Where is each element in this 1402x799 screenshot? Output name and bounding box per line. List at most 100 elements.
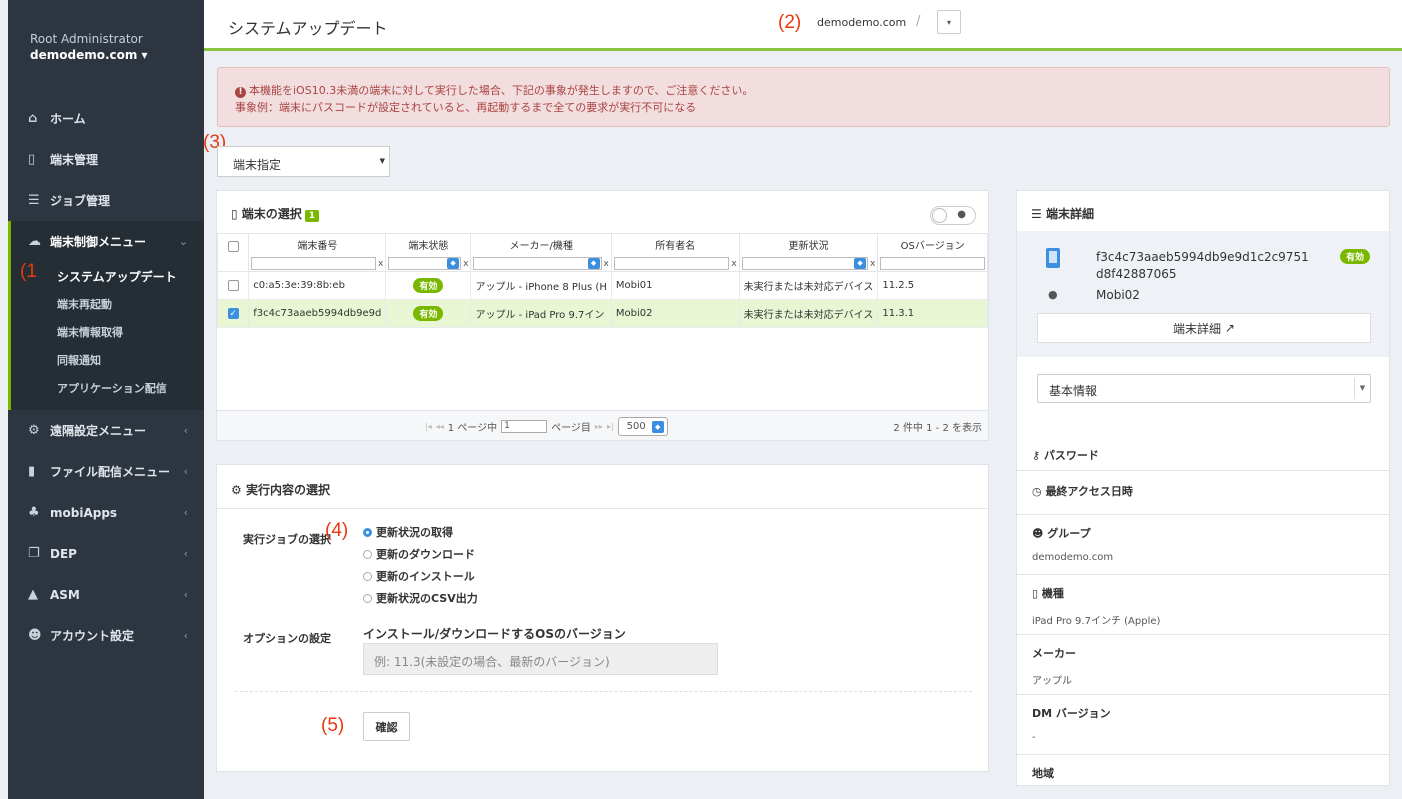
prop-maker: メーカー アップル <box>1017 635 1389 695</box>
panel-header: ▯ 端末の選択 1 <box>217 191 988 231</box>
sidebar-item-remote-settings[interactable]: ⚙ 遠隔設定メニュー ‹ <box>8 410 204 451</box>
device-icon: ▯ <box>231 207 242 221</box>
sidebar-item-devices[interactable]: ▯ 端末管理 <box>8 139 204 180</box>
prop-password: ⚷ パスワード <box>1017 437 1389 471</box>
owner-toggle[interactable]: ● <box>930 206 976 225</box>
table-row[interactable]: ✓ f3c4c73aaeb5994db9e9d 有効 アップル - iPad P… <box>216 299 988 328</box>
row-checkbox[interactable] <box>227 279 239 291</box>
select-arrows-icon: ◆ <box>854 258 867 269</box>
clear-filter[interactable]: x <box>463 259 468 269</box>
cell-update-status: 未実行または未対応デバイス <box>738 271 879 300</box>
file-icon: ▮ <box>28 464 36 479</box>
chevron-down-icon: ▼ <box>1354 378 1370 399</box>
sidebar-open-group: ☁ 端末制御メニュー ⌄ システムアップデート 端末再起動 端末情報取得 同報通… <box>8 221 204 410</box>
job-radio-install[interactable]: 更新のインストール <box>363 568 475 584</box>
first-page-icon[interactable]: |◂ <box>425 422 432 431</box>
device-select-panel: ▯ 端末の選択 1 ● 端末番号 x 端末状態 ◆ x メーカー/機種 ◆ x 所有者… <box>216 190 989 441</box>
users-icon: ☻ <box>28 628 42 643</box>
sidebar-item-label: DEP <box>50 546 77 561</box>
breadcrumb-domain[interactable]: demodemo.com <box>817 16 906 29</box>
domain-switcher[interactable]: demodemo.com ▾ <box>30 48 204 62</box>
subitem-broadcast[interactable]: 同報通知 <box>11 346 204 374</box>
sidebar-submenu: システムアップデート 端末再起動 端末情報取得 同報通知 アプリケーション配信 <box>11 262 204 410</box>
confirm-button[interactable]: 確認 <box>363 712 410 741</box>
table-pager: |◂ ◂◂ 1 ページ中 1 ページ目 ▸▸ ▸| 500 ◆ 2 件中 1 - … <box>217 410 988 440</box>
last-page-icon[interactable]: ▸| <box>607 422 614 431</box>
sidebar-item-account[interactable]: ☻ アカウント設定 ‹ <box>8 615 204 656</box>
sidebar-item-file-distribution[interactable]: ▮ ファイル配信メニュー ‹ <box>8 451 204 492</box>
os-version-input[interactable]: 例: 11.3(未設定の場合、最新のバージョン) <box>363 643 718 675</box>
info-category-select[interactable]: 基本情報 ▼ <box>1037 374 1371 403</box>
page-size-select[interactable]: 500 ◆ <box>617 417 668 436</box>
sidebar-item-device-control[interactable]: ☁ 端末制御メニュー ⌄ <box>11 221 204 262</box>
option-title: インストール/ダウンロードするOSのバージョン <box>363 627 626 641</box>
col-update-status: 更新状況 ◆ x <box>738 233 879 272</box>
breadcrumb-dropdown-button[interactable]: ▾ <box>937 10 961 34</box>
status-badge: 有効 <box>1340 249 1371 264</box>
external-link-icon: ↗ <box>1221 321 1235 335</box>
alert-line-1: ! 本機能をiOS10.3未満の端末に対して実行した場合、下記の事象が発生しますの… <box>235 82 1389 99</box>
device-owner: Mobi02 <box>1096 288 1140 302</box>
job-icon: ☰ <box>28 193 40 208</box>
clear-filter[interactable]: x <box>378 259 383 269</box>
chevron-left-icon: ‹ <box>183 547 188 560</box>
sidebar-item-jobs[interactable]: ☰ ジョブ管理 <box>8 180 204 221</box>
exclamation-icon: ! <box>235 87 246 98</box>
job-radio-get-status[interactable]: 更新状況の取得 <box>363 524 453 540</box>
prop-group: ☻ グループ demodemo.com <box>1017 515 1389 575</box>
sidebar-item-home[interactable]: ⌂ ホーム <box>8 98 204 139</box>
clear-filter[interactable]: x <box>870 259 875 269</box>
subitem-device-info[interactable]: 端末情報取得 <box>11 318 204 346</box>
device-detail-button[interactable]: 端末詳細 ↗ <box>1037 313 1371 343</box>
sidebar-item-label: 端末管理 <box>50 153 99 167</box>
sidebar-item-mobiapps[interactable]: ♣ mobiApps ‹ <box>8 492 204 533</box>
sidebar-item-dep[interactable]: ❐ DEP ‹ <box>8 533 204 574</box>
annotation-5: (5) <box>321 715 345 736</box>
chevron-down-icon: ⌄ <box>178 235 188 248</box>
sidebar: Root Administrator demodemo.com ▾ ⌂ ホーム … <box>8 0 204 799</box>
sidebar-item-label: 端末制御メニュー <box>50 235 147 249</box>
filter-model[interactable] <box>473 257 602 270</box>
users-icon: ☻ <box>1032 527 1048 540</box>
subitem-system-update[interactable]: システムアップデート <box>11 262 204 290</box>
sidebar-item-label: アカウント設定 <box>50 629 135 643</box>
sidebar-menu: ⌂ ホーム ▯ 端末管理 ☰ ジョブ管理 ☁ 端末制御メニュー ⌄ システムアッ… <box>8 98 204 656</box>
select-arrows-icon: ◆ <box>651 421 664 433</box>
pager-label: ページ目 <box>551 423 591 434</box>
table-header-row: 端末番号 x 端末状態 ◆ x メーカー/機種 ◆ x 所有者名 x 更新状況 ◆ x… <box>216 233 988 272</box>
alert-line-2: 事象例：端末にパスコードが設定されていると、再起動するまで全ての要求が実行不可に… <box>235 101 697 114</box>
target-select[interactable]: 端末指定 ▼ <box>217 146 390 177</box>
filter-update-status[interactable] <box>741 257 869 270</box>
prop-dm-version: DM バージョン - <box>1017 695 1389 755</box>
filter-device-id[interactable] <box>251 257 377 270</box>
chevron-left-icon: ‹ <box>183 629 188 642</box>
subitem-restart[interactable]: 端末再起動 <box>11 290 204 318</box>
sidebar-item-label: mobiApps <box>50 505 118 520</box>
chevron-left-icon: ‹ <box>183 506 188 519</box>
clear-filter[interactable]: x <box>731 259 736 269</box>
sidebar-user: Root Administrator demodemo.com ▾ <box>8 0 204 62</box>
caret-down-icon: ▼ <box>379 157 385 165</box>
annotation-2: (2) <box>778 12 802 33</box>
filter-owner[interactable] <box>613 257 730 270</box>
filter-os-version[interactable] <box>880 257 985 270</box>
user-role: Root Administrator <box>30 32 143 46</box>
cell-device-id: f3c4c73aaeb5994db9e9d <box>248 299 387 328</box>
subitem-app-distribution[interactable]: アプリケーション配信 <box>11 374 204 402</box>
job-radio-csv[interactable]: 更新状況のCSV出力 <box>363 590 478 606</box>
page-title: システムアップデート <box>228 19 388 38</box>
gear-icon: ⚙ <box>231 483 246 497</box>
sidebar-item-asm[interactable]: ▲ ASM ‹ <box>8 574 204 615</box>
clear-filter[interactable]: x <box>604 259 609 269</box>
prop-region: 地域 <box>1032 767 1054 780</box>
row-checkbox[interactable]: ✓ <box>227 307 239 319</box>
apps-icon: ♣ <box>28 505 40 520</box>
list-icon: ☰ <box>1031 207 1046 221</box>
job-radio-download[interactable]: 更新のダウンロード <box>363 546 475 562</box>
select-all-checkbox[interactable] <box>227 241 239 252</box>
prev-page-icon[interactable]: ◂◂ <box>436 422 444 431</box>
next-page-icon[interactable]: ▸▸ <box>595 422 603 431</box>
table-row[interactable]: c0:a5:3e:39:8b:eb 有効 アップル - iPhone 8 Plu… <box>216 271 988 300</box>
radio-button <box>363 527 372 537</box>
page-number-input[interactable]: 1 <box>501 420 548 433</box>
